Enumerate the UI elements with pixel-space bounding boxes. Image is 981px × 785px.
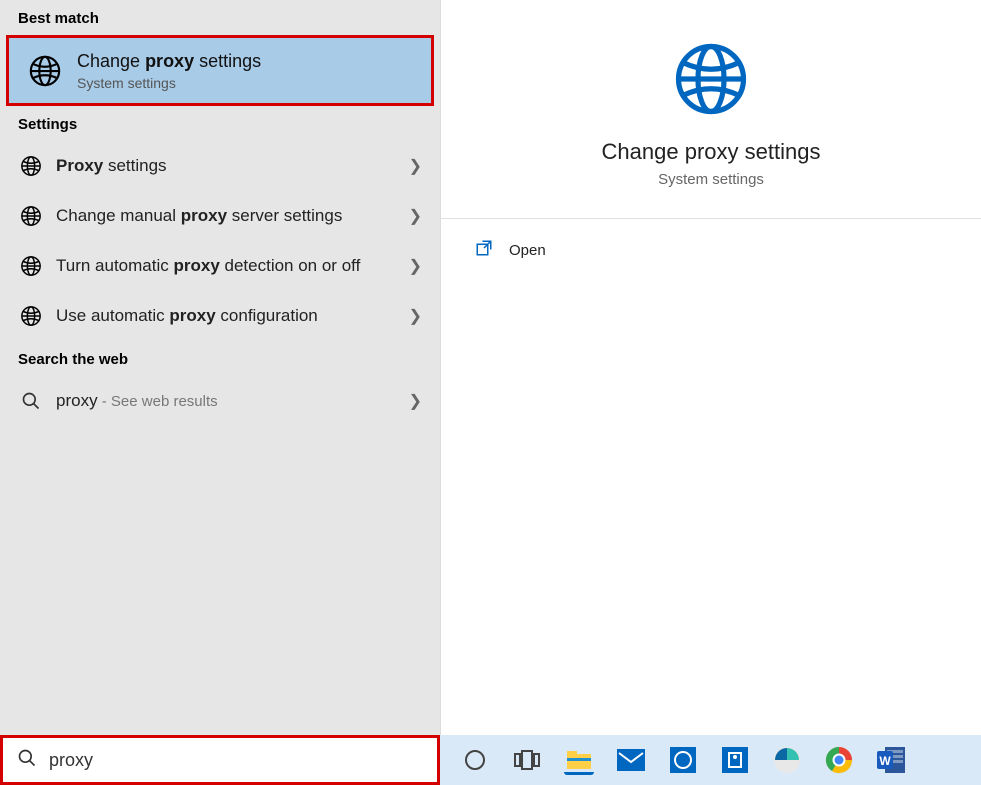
- svg-text:W: W: [879, 754, 891, 768]
- section-search-web: Search the web: [0, 341, 440, 376]
- globe-icon: [27, 53, 63, 89]
- search-results-panel: Best match Change proxy settings System …: [0, 0, 440, 735]
- globe-icon: [18, 253, 44, 279]
- detail-subtitle: System settings: [461, 171, 961, 188]
- settings-result-auto-config[interactable]: Use automatic proxy configuration ❯: [0, 291, 440, 341]
- chevron-right-icon: ❯: [401, 156, 422, 176]
- settings-result-manual-proxy[interactable]: Change manual proxy server settings ❯: [0, 191, 440, 241]
- dell-icon[interactable]: [668, 745, 698, 775]
- chevron-right-icon: ❯: [401, 206, 422, 226]
- task-view-icon[interactable]: [512, 745, 542, 775]
- chrome-icon[interactable]: [824, 745, 854, 775]
- settings-result-auto-detection[interactable]: Turn automatic proxy detection on or off…: [0, 241, 440, 291]
- result-label: Use automatic proxy configuration: [56, 305, 401, 327]
- globe-icon-large: [461, 40, 961, 123]
- chevron-right-icon: ❯: [401, 391, 422, 411]
- open-label: Open: [509, 242, 546, 259]
- app-tile-icon[interactable]: [720, 745, 750, 775]
- best-match-subtitle: System settings: [77, 75, 261, 91]
- mail-icon[interactable]: [616, 745, 646, 775]
- detail-panel: Change proxy settings System settings Op…: [440, 0, 981, 735]
- globe-icon: [18, 153, 44, 179]
- section-best-match: Best match: [0, 0, 440, 35]
- search-icon: [17, 748, 37, 773]
- edge-icon[interactable]: [772, 745, 802, 775]
- globe-icon: [18, 303, 44, 329]
- taskbar: W: [0, 735, 981, 785]
- result-label: Turn automatic proxy detection on or off: [56, 255, 401, 277]
- search-input[interactable]: [49, 750, 423, 771]
- result-label: Change manual proxy server settings: [56, 205, 401, 227]
- result-label: Proxy settings: [56, 155, 401, 177]
- best-match-result[interactable]: Change proxy settings System settings: [6, 35, 434, 106]
- search-icon: [18, 388, 44, 414]
- globe-icon: [18, 203, 44, 229]
- file-explorer-icon[interactable]: [564, 745, 594, 775]
- best-match-title: Change proxy settings: [77, 50, 261, 73]
- web-result[interactable]: proxy - See web results ❯: [0, 376, 440, 426]
- chevron-right-icon: ❯: [401, 256, 422, 276]
- detail-title: Change proxy settings: [461, 139, 961, 165]
- settings-result-proxy-settings[interactable]: Proxy settings ❯: [0, 141, 440, 191]
- web-result-label: proxy - See web results: [56, 390, 401, 412]
- section-settings: Settings: [0, 106, 440, 141]
- open-icon: [475, 239, 493, 262]
- cortana-icon[interactable]: [460, 745, 490, 775]
- open-action[interactable]: Open: [441, 219, 981, 282]
- chevron-right-icon: ❯: [401, 306, 422, 326]
- search-box[interactable]: [0, 735, 440, 785]
- word-icon[interactable]: W: [876, 745, 906, 775]
